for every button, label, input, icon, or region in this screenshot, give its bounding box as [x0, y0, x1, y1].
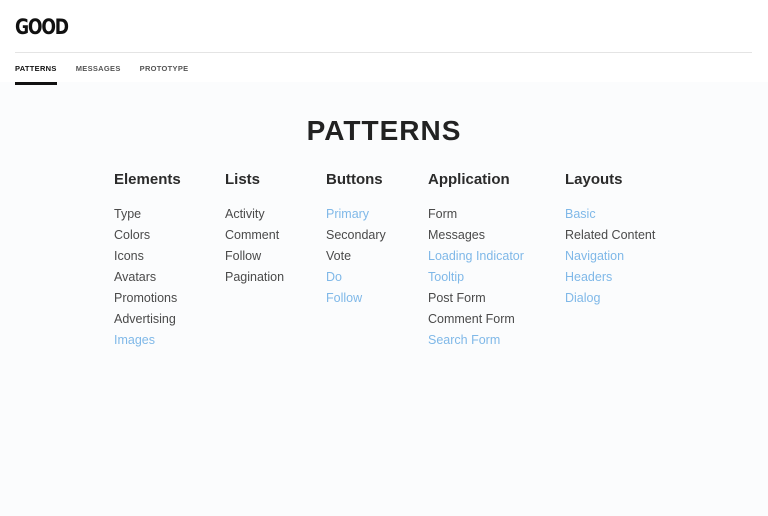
column-elements: Elements Type Colors Icons Avatars Promotions…	[114, 171, 181, 354]
pattern-link-application-tooltip[interactable]: Tooltip	[428, 270, 524, 291]
pattern-link-application-loading-indicator[interactable]: Loading Indicator	[428, 249, 524, 270]
tab-patterns[interactable]: PATTERNS	[15, 64, 57, 85]
tab-prototype[interactable]: PROTOTYPE	[140, 64, 189, 85]
top-tabs: PATTERNS MESSAGES PROTOTYPE	[15, 64, 207, 85]
pattern-link-layouts-headers[interactable]: Headers	[565, 270, 655, 291]
pattern-link-layouts-basic[interactable]: Basic	[565, 207, 655, 228]
pattern-link-lists-comment[interactable]: Comment	[225, 228, 284, 249]
pattern-link-application-form[interactable]: Form	[428, 207, 524, 228]
pattern-link-elements-colors[interactable]: Colors	[114, 228, 181, 249]
header-divider	[15, 52, 752, 53]
pattern-link-application-post-form[interactable]: Post Form	[428, 291, 524, 312]
pattern-link-buttons-primary[interactable]: Primary	[326, 207, 386, 228]
column-heading-application: Application	[428, 171, 510, 188]
column-buttons: Buttons Primary Secondary Vote Do Follow	[326, 171, 386, 312]
pattern-link-layouts-dialog[interactable]: Dialog	[565, 291, 655, 312]
column-heading-lists: Lists	[225, 171, 261, 188]
pattern-link-elements-avatars[interactable]: Avatars	[114, 270, 181, 291]
column-heading-buttons: Buttons	[326, 171, 383, 188]
pattern-link-lists-follow[interactable]: Follow	[225, 249, 284, 270]
pattern-link-lists-activity[interactable]: Activity	[225, 207, 284, 228]
pattern-link-application-comment-form[interactable]: Comment Form	[428, 312, 524, 333]
pattern-link-elements-images[interactable]: Images	[114, 333, 181, 354]
pattern-link-elements-type[interactable]: Type	[114, 207, 181, 228]
column-application: Application Form Messages Loading Indicator…	[428, 171, 524, 354]
pattern-link-layouts-navigation[interactable]: Navigation	[565, 249, 655, 270]
pattern-link-application-messages[interactable]: Messages	[428, 228, 524, 249]
column-heading-layouts: Layouts	[565, 171, 623, 188]
pattern-link-elements-promotions[interactable]: Promotions	[114, 291, 181, 312]
pattern-link-buttons-do[interactable]: Do	[326, 270, 386, 291]
pattern-link-buttons-vote[interactable]: Vote	[326, 249, 386, 270]
pattern-link-elements-advertising[interactable]: Advertising	[114, 312, 181, 333]
pattern-link-lists-pagination[interactable]: Pagination	[225, 270, 284, 291]
column-lists: Lists Activity Comment Follow Pagination	[225, 171, 284, 291]
pattern-link-application-search-form[interactable]: Search Form	[428, 333, 524, 354]
page-title: PATTERNS	[306, 115, 462, 146]
tab-messages[interactable]: MESSAGES	[76, 64, 121, 85]
pattern-link-buttons-follow[interactable]: Follow	[326, 291, 386, 312]
good-logo[interactable]: GOOD	[15, 15, 69, 39]
pattern-link-layouts-related-content[interactable]: Related Content	[565, 228, 655, 249]
column-layouts: Layouts Basic Related Content Navigation Hea…	[565, 171, 655, 312]
site-header: GOOD PATTERNS MESSAGES PROTOTYPE	[0, 0, 768, 85]
column-heading-elements: Elements	[114, 171, 181, 188]
pattern-link-elements-icons[interactable]: Icons	[114, 249, 181, 270]
pattern-link-buttons-secondary[interactable]: Secondary	[326, 228, 386, 249]
